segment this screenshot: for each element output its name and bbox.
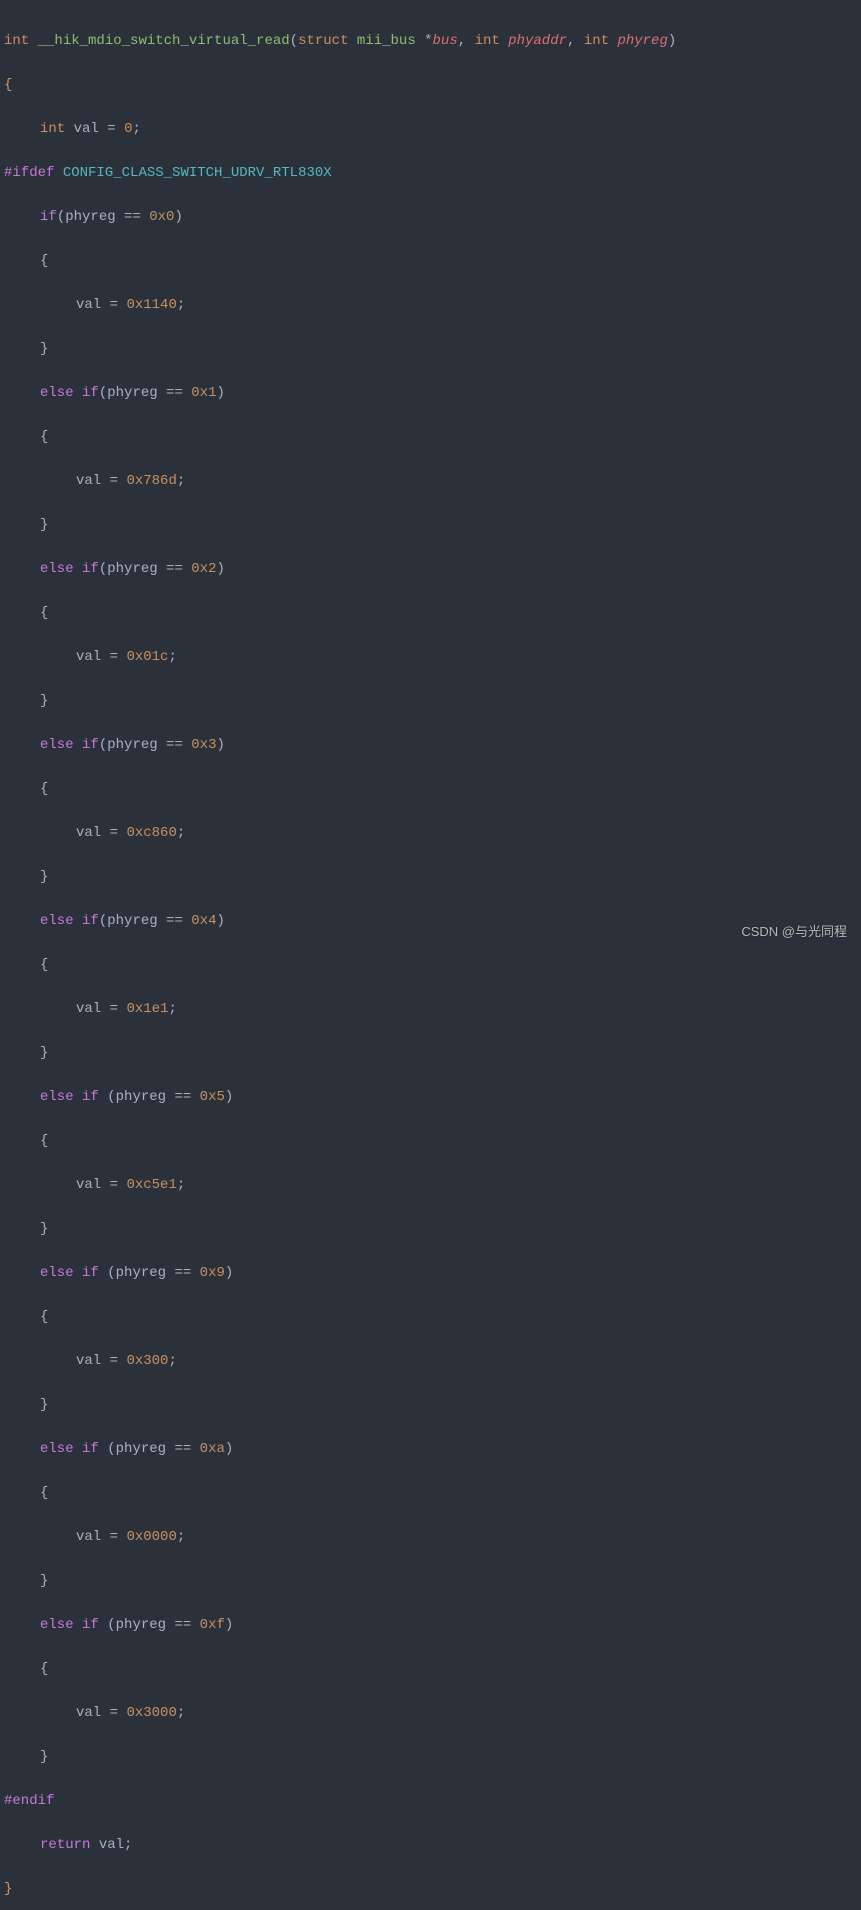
code-line: {	[4, 1130, 861, 1152]
code-line: val = 0x300;	[4, 1350, 861, 1372]
code-line: }	[4, 514, 861, 536]
code-line: int val = 0;	[4, 118, 861, 140]
code-line: val = 0xc5e1;	[4, 1174, 861, 1196]
code-line: }	[4, 1042, 861, 1064]
code-line: {	[4, 426, 861, 448]
code-line: {	[4, 1306, 861, 1328]
code-line: else if(phyreg == 0x1)	[4, 382, 861, 404]
preprocessor: #ifdef	[4, 165, 54, 181]
code-line: {	[4, 250, 861, 272]
code-block: int __hik_mdio_switch_virtual_read(struc…	[0, 0, 861, 1910]
code-line: }	[4, 1570, 861, 1592]
macro-name: CONFIG_CLASS_SWITCH_UDRV_RTL830X	[63, 165, 332, 181]
code-line: else if(phyreg == 0x4)	[4, 910, 861, 932]
code-line: val = 0x1140;	[4, 294, 861, 316]
code-line: {	[4, 954, 861, 976]
preprocessor: #endif	[4, 1793, 54, 1809]
function-name: __hik_mdio_switch_virtual_read	[38, 33, 290, 49]
code-line: return val;	[4, 1834, 861, 1856]
watermark-text: CSDN @与光同程	[741, 921, 847, 943]
code-line: else if (phyreg == 0x5)	[4, 1086, 861, 1108]
code-line: val = 0x786d;	[4, 470, 861, 492]
code-line: {	[4, 1658, 861, 1680]
code-line: }	[4, 1878, 861, 1900]
code-line: if(phyreg == 0x0)	[4, 206, 861, 228]
code-line: else if (phyreg == 0xa)	[4, 1438, 861, 1460]
code-line: val = 0x1e1;	[4, 998, 861, 1020]
code-line: }	[4, 1746, 861, 1768]
code-line: else if(phyreg == 0x2)	[4, 558, 861, 580]
code-line: {	[4, 74, 861, 96]
brace-close: }	[4, 1881, 12, 1897]
code-line: }	[4, 866, 861, 888]
code-line: {	[4, 602, 861, 624]
code-line: val = 0xc860;	[4, 822, 861, 844]
code-line: val = 0x3000;	[4, 1702, 861, 1724]
code-line: else if (phyreg == 0x9)	[4, 1262, 861, 1284]
code-line: else if (phyreg == 0xf)	[4, 1614, 861, 1636]
code-line: }	[4, 338, 861, 360]
code-line: }	[4, 1218, 861, 1240]
code-line: val = 0x01c;	[4, 646, 861, 668]
code-line: {	[4, 778, 861, 800]
code-line: }	[4, 690, 861, 712]
code-line: {	[4, 1482, 861, 1504]
code-line: int __hik_mdio_switch_virtual_read(struc…	[4, 30, 861, 52]
code-line: #endif	[4, 1790, 861, 1812]
code-line: }	[4, 1394, 861, 1416]
code-line: else if(phyreg == 0x3)	[4, 734, 861, 756]
keyword-type: int	[4, 33, 29, 49]
brace-open: {	[4, 77, 12, 93]
code-line: val = 0x0000;	[4, 1526, 861, 1548]
code-line: #ifdef CONFIG_CLASS_SWITCH_UDRV_RTL830X	[4, 162, 861, 184]
